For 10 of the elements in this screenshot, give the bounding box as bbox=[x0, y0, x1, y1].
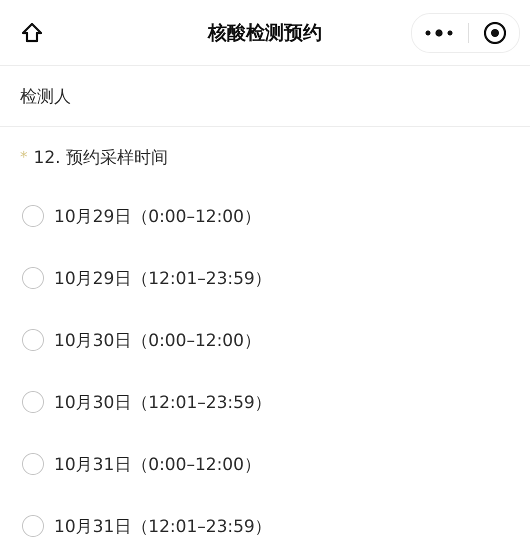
field-label: 检测人 bbox=[20, 86, 71, 108]
option-label[interactable]: 10月30日（0:00–12:00） bbox=[54, 328, 261, 352]
option-label[interactable]: 10月31日（12:01–23:59） bbox=[54, 514, 272, 538]
required-mark: * bbox=[20, 148, 28, 166]
option-label[interactable]: 10月30日（12:01–23:59） bbox=[54, 390, 272, 414]
option-label[interactable]: 10月29日（0:00–12:00） bbox=[54, 204, 261, 228]
option-label[interactable]: 10月31日（0:00–12:00） bbox=[54, 452, 261, 476]
page-title: 核酸检测预约 bbox=[208, 21, 322, 46]
question-title: 12. 预约采样时间 bbox=[34, 146, 168, 168]
option-label[interactable]: 10月29日（12:01–23:59） bbox=[54, 266, 272, 290]
